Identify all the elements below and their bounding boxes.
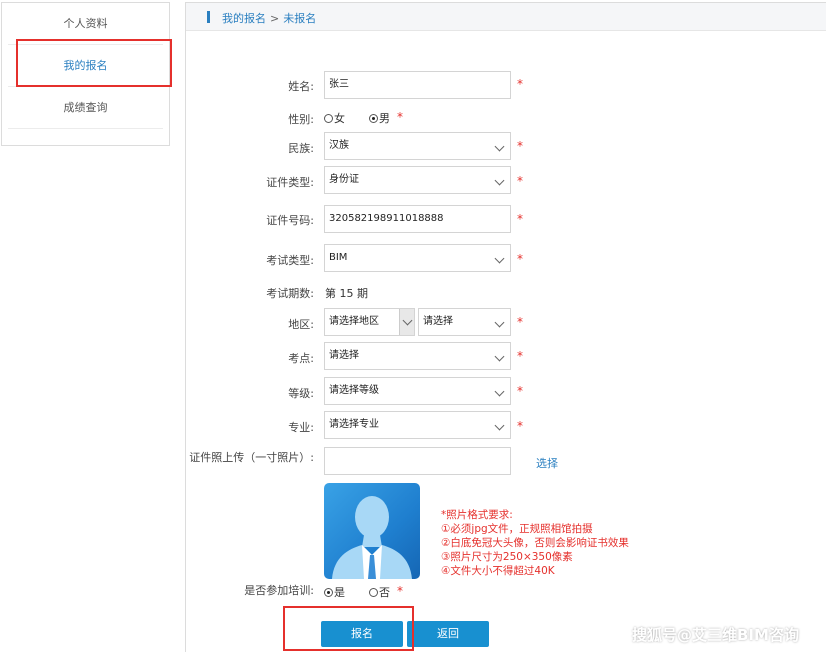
chevron-down-icon [494,420,505,431]
photo-select-link[interactable]: 选择 [536,455,558,471]
id-type-select[interactable]: 身份证 [324,166,511,194]
exam-period-value: 第 15 期 [325,287,368,300]
required-mark: * [517,384,523,398]
person-silhouette-icon [332,496,412,579]
gender-male-label: 男 [379,112,390,125]
chevron-down-icon [494,317,505,328]
photo-upload-input[interactable] [324,447,511,475]
training-no-radio[interactable]: 否 [369,584,390,600]
photo-requirements: *照片格式要求: ①必须jpg文件，正规照相馆拍摄 ②白底免冠大头像，否则会影响… [441,508,629,578]
chevron-down-icon [494,351,505,362]
required-mark: * [397,110,403,124]
id-type-label: 证件类型: [266,176,314,189]
photo-note-item: ①必须jpg文件，正规照相馆拍摄 [441,523,593,535]
training-yes-radio[interactable]: 是 [324,584,345,600]
training-no-label: 否 [379,586,390,599]
training-label: 是否参加培训: [244,584,314,597]
region-value-1: 请选择地区 [329,316,379,327]
watermark: 搜狐号@艾三维BIM咨询 [632,626,799,644]
chevron-down-icon [494,386,505,397]
required-mark: * [517,349,523,363]
photo-note-item: ②白底免冠大头像，否则会影响证书效果 [441,537,629,549]
id-type-value: 身份证 [329,174,359,185]
required-mark: * [517,252,523,266]
ethnicity-value: 汉族 [329,140,349,151]
exam-type-value: BIM [329,252,348,263]
radio-circle-icon [324,114,333,123]
required-mark: * [517,174,523,188]
required-mark: * [517,139,523,153]
training-yes-label: 是 [334,586,345,599]
chevron-down-icon [494,141,505,152]
name-label: 姓名: [288,80,314,93]
level-label: 等级: [288,387,314,400]
major-label: 专业: [288,421,314,434]
breadcrumb: 我的报名 > 未报名 [186,3,826,31]
exam-period-label: 考试期数: [266,287,314,300]
photo-note-item: ④文件大小不得超过40K [441,565,555,577]
gender-female-label: 女 [334,112,345,125]
exam-site-value: 请选择 [329,350,359,361]
gender-female-radio[interactable]: 女 [324,110,345,126]
exam-type-label: 考试类型: [266,254,314,267]
required-mark: * [517,77,523,91]
photo-note-item: ③照片尺寸为250×350像素 [441,551,573,563]
required-mark: * [517,419,523,433]
region-value-2: 请选择 [423,316,453,327]
back-button[interactable]: 返回 [407,621,489,647]
photo-note-title: *照片格式要求: [441,509,513,521]
name-input[interactable]: 张三 [324,71,511,99]
ethnicity-select[interactable]: 汉族 [324,132,511,160]
region-select-1[interactable]: 请选择地区 [324,308,415,336]
required-mark: * [517,315,523,329]
chevron-down-icon [494,253,505,264]
radio-checked-icon [324,588,333,597]
required-mark: * [397,584,403,598]
radio-circle-icon [369,588,378,597]
id-number-label: 证件号码: [266,214,314,227]
photo-upload-label: 证件照上传（一寸照片）: [189,451,314,464]
exam-site-select[interactable]: 请选择 [324,342,511,370]
breadcrumb-current: 未报名 [283,12,317,25]
breadcrumb-separator: > [270,12,280,25]
gender-male-radio[interactable]: 男 [369,110,390,126]
region-select-2[interactable]: 请选择 [418,308,511,336]
ethnicity-label: 民族: [288,142,314,155]
exam-type-select[interactable]: BIM [324,244,511,272]
gender-label: 性别: [288,113,314,126]
highlight-box-submit [283,606,414,651]
radio-checked-icon [369,114,378,123]
major-select[interactable]: 请选择专业 [324,411,511,439]
breadcrumb-parent[interactable]: 我的报名 [222,12,266,25]
level-select[interactable]: 请选择等级 [324,377,511,405]
exam-site-label: 考点: [288,352,314,365]
highlight-box-sidebar [16,39,172,87]
chevron-down-icon [494,175,505,186]
region-label: 地区: [288,318,314,331]
level-value: 请选择等级 [329,385,379,396]
sidebar-item-score-query[interactable]: 成绩查询 [8,87,163,129]
avatar-placeholder-image [324,483,420,579]
dropdown-button [399,309,414,335]
required-mark: * [517,212,523,226]
chevron-down-icon [402,315,413,326]
breadcrumb-accent-bar [207,11,210,23]
major-value: 请选择专业 [329,419,379,430]
id-number-input[interactable]: 320582198911018888 [324,205,511,233]
